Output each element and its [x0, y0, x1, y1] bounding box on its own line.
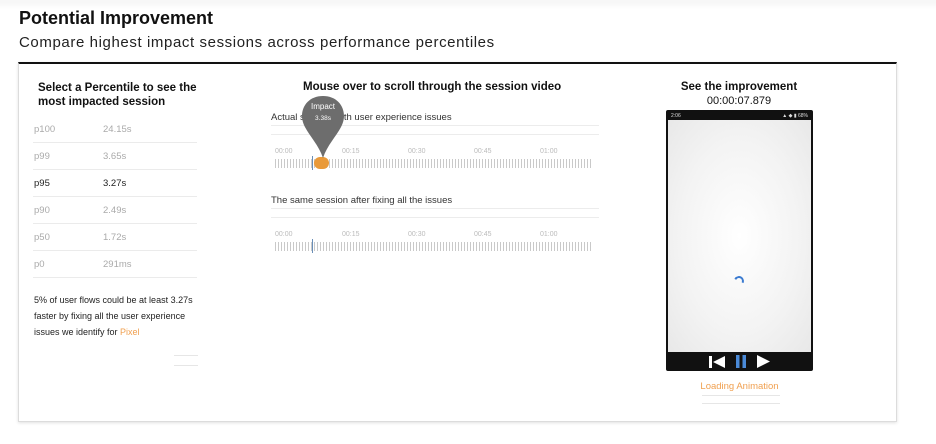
skip-back-icon [709, 355, 725, 368]
fixed-session-timeline[interactable]: 00:00 00:15 00:30 00:45 01:00 [275, 231, 591, 261]
impact-pin[interactable]: Impact 3.38s [300, 94, 346, 164]
timeline-ticks [275, 242, 591, 251]
percentile-label: p95 [34, 177, 50, 189]
tick-label: 01:00 [540, 231, 558, 238]
session-video-player[interactable]: 2:06 ▲ ◆ ▮ 68% [666, 110, 813, 371]
percentile-row-p90[interactable]: p90 2.49s [33, 197, 197, 224]
percentile-row-p99[interactable]: p99 3.65s [33, 143, 197, 170]
improvement-note: 5% of user flows could be at least 3.27s… [34, 292, 204, 340]
percentile-label: p99 [34, 150, 50, 162]
percentile-value: 3.65s [103, 150, 127, 162]
percentile-value: 2.49s [103, 204, 127, 216]
percentile-row-p0[interactable]: p0 291ms [33, 251, 197, 278]
percentile-list: p100 24.15s p99 3.65s p95 3.27s p90 2.49s p50 1.7… [33, 116, 197, 278]
caption-scrollbar[interactable] [702, 395, 780, 404]
video-controls [666, 352, 813, 371]
actual-session-label: Actual session with user experience issu… [271, 112, 452, 123]
phone-status-icons: ▲ ◆ ▮ 68% [782, 113, 808, 119]
note-text: 5% of user flows could be at least 3.27s… [34, 295, 193, 337]
percentile-value: 1.72s [103, 231, 127, 243]
impact-pin-label: Impact [310, 102, 335, 111]
impact-pin-value: 3.38s [315, 115, 331, 122]
percentile-value: 3.27s [103, 177, 127, 189]
percentile-row-p100[interactable]: p100 24.15s [33, 116, 197, 143]
note-link[interactable]: Pixel [120, 327, 140, 337]
tick-label: 00:00 [275, 231, 293, 238]
tick-label: 01:00 [540, 148, 558, 155]
page-title: Potential Improvement [19, 8, 214, 28]
percentile-panel-title: Select a Percentile to see the most impa… [38, 82, 197, 108]
skip-back-button[interactable] [709, 355, 725, 368]
video-frame [668, 120, 811, 352]
video-caption: Loading Animation [700, 381, 779, 392]
play-button[interactable] [757, 355, 770, 368]
tick-label: 00:45 [474, 148, 492, 155]
tick-label: 00:30 [408, 231, 426, 238]
phone-clock: 2:06 [671, 113, 681, 119]
pause-icon [736, 355, 746, 368]
phone-status-bar: 2:06 ▲ ◆ ▮ 68% [669, 112, 810, 120]
tick-label: 00:15 [342, 231, 360, 238]
improvement-panel-title: See the improvement [680, 81, 798, 93]
percentile-label: p0 [34, 258, 45, 270]
fixed-session-label: The same session after fixing all the is… [271, 195, 453, 206]
fixed-session-bar [271, 208, 599, 218]
video-panel-title: Mouse over to scroll through the session… [303, 81, 562, 93]
percentile-row-p50[interactable]: p50 1.72s [33, 224, 197, 251]
percentile-value: 24.15s [103, 123, 132, 135]
loading-spinner-icon [732, 274, 746, 288]
play-icon [757, 355, 770, 368]
tick-label: 00:30 [408, 148, 426, 155]
percentile-label: p50 [34, 231, 50, 243]
percentile-label: p90 [34, 204, 50, 216]
tick-label: 00:00 [275, 148, 293, 155]
percentile-value: 291ms [103, 258, 132, 270]
left-scrollbar[interactable] [174, 355, 198, 366]
page-subtitle: Compare highest impact sessions across p… [19, 34, 495, 51]
percentile-label: p100 [34, 123, 56, 135]
video-timestamp: 00:00:07.879 [706, 95, 772, 107]
pause-button[interactable] [735, 355, 747, 368]
playhead-marker[interactable] [312, 239, 313, 253]
tick-label: 00:45 [474, 231, 492, 238]
improvement-card: Select a Percentile to see the most impa… [18, 62, 897, 422]
percentile-row-p95[interactable]: p95 3.27s [33, 170, 197, 197]
